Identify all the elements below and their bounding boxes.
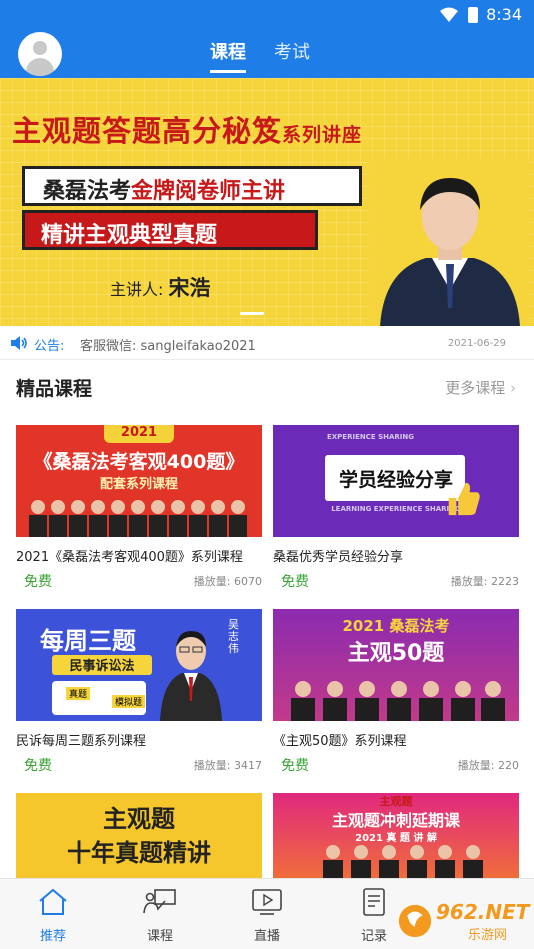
chevron-right-icon: › bbox=[510, 379, 516, 397]
tab-course[interactable]: 课程 bbox=[210, 38, 246, 73]
wifi-icon bbox=[440, 7, 458, 22]
thumb-sub: 配套系列课程 bbox=[99, 477, 178, 492]
course-title: 桑磊优秀学员经验分享 bbox=[273, 550, 404, 565]
lecturer-photo bbox=[160, 631, 222, 721]
nav-label: 推荐 bbox=[39, 929, 66, 944]
course-thumbnail: 2021 《桑磊法考客观400题》 配套系列课程 bbox=[16, 425, 262, 537]
avatar[interactable] bbox=[18, 32, 62, 76]
notice-bar[interactable]: 公告: 客服微信: sangleifakao2021 2021-06-29 bbox=[0, 326, 534, 360]
thumb-main: 学员经验分享 bbox=[338, 469, 453, 491]
promo-banner[interactable]: 主观题答题高分秘笈系列讲座 桑磊法考金牌阅卷师主讲 精讲主观典型真题 主讲人: … bbox=[0, 78, 534, 326]
lecturer-group-photo bbox=[29, 500, 247, 537]
course-title: 《主观50题》系列课程 bbox=[273, 734, 407, 749]
notice-label: 公告: bbox=[34, 339, 65, 354]
course-play-count: 播放量: 220 bbox=[457, 759, 519, 772]
thumb-sub-badge: 民事诉讼法 bbox=[52, 655, 152, 675]
home-icon bbox=[39, 888, 67, 915]
thumb-top: 2021 桑磊法考 bbox=[342, 617, 450, 635]
course-card[interactable]: 主观题 主观题冲刺延期课 2021 真 题 讲 解 bbox=[273, 793, 519, 878]
thumb-main: 《桑磊法考客观400题》 bbox=[33, 451, 245, 473]
banner-lecturer: 主讲人: 宋浩 bbox=[110, 272, 211, 302]
course-title: 2021《桑磊法考客观400题》系列课程 bbox=[16, 550, 243, 565]
nav-item-recommend[interactable]: 推荐 bbox=[13, 887, 93, 944]
nav-item-course[interactable]: 课程 bbox=[120, 887, 200, 944]
thumb-year-badge: 2021 bbox=[104, 425, 174, 443]
lecturer-group-photo bbox=[323, 845, 483, 878]
course-price: 免费 bbox=[281, 758, 309, 774]
course-card[interactable]: 2021 桑磊法考 主观50题 《主观50题》系列课程 免费 播放量: 220 bbox=[273, 609, 519, 774]
thumbs-up-icon bbox=[448, 482, 480, 516]
avatar-body-icon bbox=[26, 58, 54, 76]
course-thumbnail: 主观题 十年真题精讲 bbox=[16, 793, 262, 878]
course-thumbnail: 主观题 主观题冲刺延期课 2021 真 题 讲 解 bbox=[273, 793, 519, 878]
banner-line1: 桑磊法考金牌阅卷师主讲 bbox=[43, 173, 285, 205]
course-title: 民诉每周三题系列课程 bbox=[16, 734, 147, 749]
banner-lecturer-label: 主讲人: bbox=[110, 280, 164, 299]
course-price: 免费 bbox=[24, 574, 52, 590]
banner-line2: 精讲主观典型真题 bbox=[41, 223, 218, 248]
course-card[interactable]: 2021 《桑磊法考客观400题》 配套系列课程 2021《桑磊法考客观400题… bbox=[16, 425, 262, 590]
more-courses-label: 更多课程 bbox=[445, 379, 506, 397]
banner-title-main: 主观题答题高分秘笈 bbox=[12, 114, 283, 148]
course-play-count: 播放量: 2223 bbox=[450, 575, 519, 588]
live-icon bbox=[252, 889, 282, 915]
course-thumbnail: EXPERIENCE SHARING 学员经验分享 LEARNING EXPER… bbox=[273, 425, 519, 537]
thumb-tag-real: 真题 bbox=[66, 687, 91, 700]
thumb-lecturer-name: 吴志伟 bbox=[228, 618, 239, 655]
avatar-head-icon bbox=[33, 41, 47, 55]
course-card[interactable]: 主观题 十年真题精讲 bbox=[16, 793, 262, 878]
lecturer-photo bbox=[370, 158, 530, 326]
battery-icon bbox=[468, 7, 478, 23]
site-watermark: 962.NET 乐游网 bbox=[396, 898, 530, 944]
top-bar: 课程 考试 bbox=[0, 30, 534, 78]
banner-title-small: 系列讲座 bbox=[282, 124, 363, 146]
speaker-icon bbox=[11, 336, 27, 350]
notice-date: 2021-06-29 bbox=[447, 338, 506, 349]
course-card[interactable]: 每周三题 民事诉讼法 真题 模拟题 吴志伟 民诉每周三题系列课程 免费 播放量:… bbox=[16, 609, 262, 774]
course-thumbnail: 每周三题 民事诉讼法 真题 模拟题 吴志伟 bbox=[16, 609, 262, 721]
thumb-small-caption: EXPERIENCE SHARING bbox=[327, 433, 414, 441]
nav-label: 课程 bbox=[146, 929, 173, 944]
thumb-tag-mock: 模拟题 bbox=[112, 695, 146, 708]
carousel-indicator[interactable] bbox=[240, 312, 264, 315]
classroom-icon bbox=[143, 889, 176, 914]
record-icon bbox=[363, 888, 385, 916]
course-price: 免费 bbox=[281, 574, 309, 590]
watermark-text: 962.NET bbox=[436, 900, 530, 924]
banner-line1-red: 金牌阅卷师主讲 bbox=[131, 179, 286, 204]
status-bar: 8:34 bbox=[0, 0, 534, 30]
course-price: 免费 bbox=[24, 758, 52, 774]
course-play-count: 播放量: 6070 bbox=[193, 575, 262, 588]
thumb-main: 主观50题 bbox=[347, 641, 445, 666]
status-time: 8:34 bbox=[486, 5, 522, 24]
thumb-sub: 十年真题精讲 bbox=[67, 839, 211, 867]
course-card[interactable]: EXPERIENCE SHARING 学员经验分享 LEARNING EXPER… bbox=[273, 425, 519, 590]
watermark-logo-icon bbox=[398, 904, 432, 938]
banner-lecturer-name: 宋浩 bbox=[168, 276, 211, 300]
course-thumbnail: 2021 桑磊法考 主观50题 bbox=[273, 609, 519, 721]
section-title: 精品课程 bbox=[16, 378, 93, 400]
banner-line1-box: 桑磊法考金牌阅卷师主讲 bbox=[22, 166, 362, 206]
thumb-sub: LEARNING EXPERIENCE SHARING bbox=[331, 505, 461, 513]
thumb-main: 主观题 bbox=[103, 805, 175, 833]
banner-line1-black: 桑磊法考 bbox=[43, 179, 132, 204]
banner-line2-box: 精讲主观典型真题 bbox=[22, 210, 318, 250]
thumb-main: 主观题冲刺延期课 bbox=[331, 811, 460, 830]
course-play-count: 播放量: 3417 bbox=[193, 759, 262, 772]
more-courses-link[interactable]: 更多课程 › bbox=[445, 377, 516, 398]
banner-title: 主观题答题高分秘笈系列讲座 bbox=[12, 108, 362, 150]
tab-exam[interactable]: 考试 bbox=[274, 38, 310, 73]
top-tabs: 课程 考试 bbox=[210, 38, 310, 73]
nav-item-live[interactable]: 直播 bbox=[227, 887, 307, 944]
notice-text: 客服微信: sangleifakao2021 bbox=[80, 339, 256, 354]
watermark-sub: 乐游网 bbox=[468, 928, 508, 943]
nav-label: 直播 bbox=[253, 929, 280, 944]
lecturer-group-photo bbox=[291, 681, 505, 721]
